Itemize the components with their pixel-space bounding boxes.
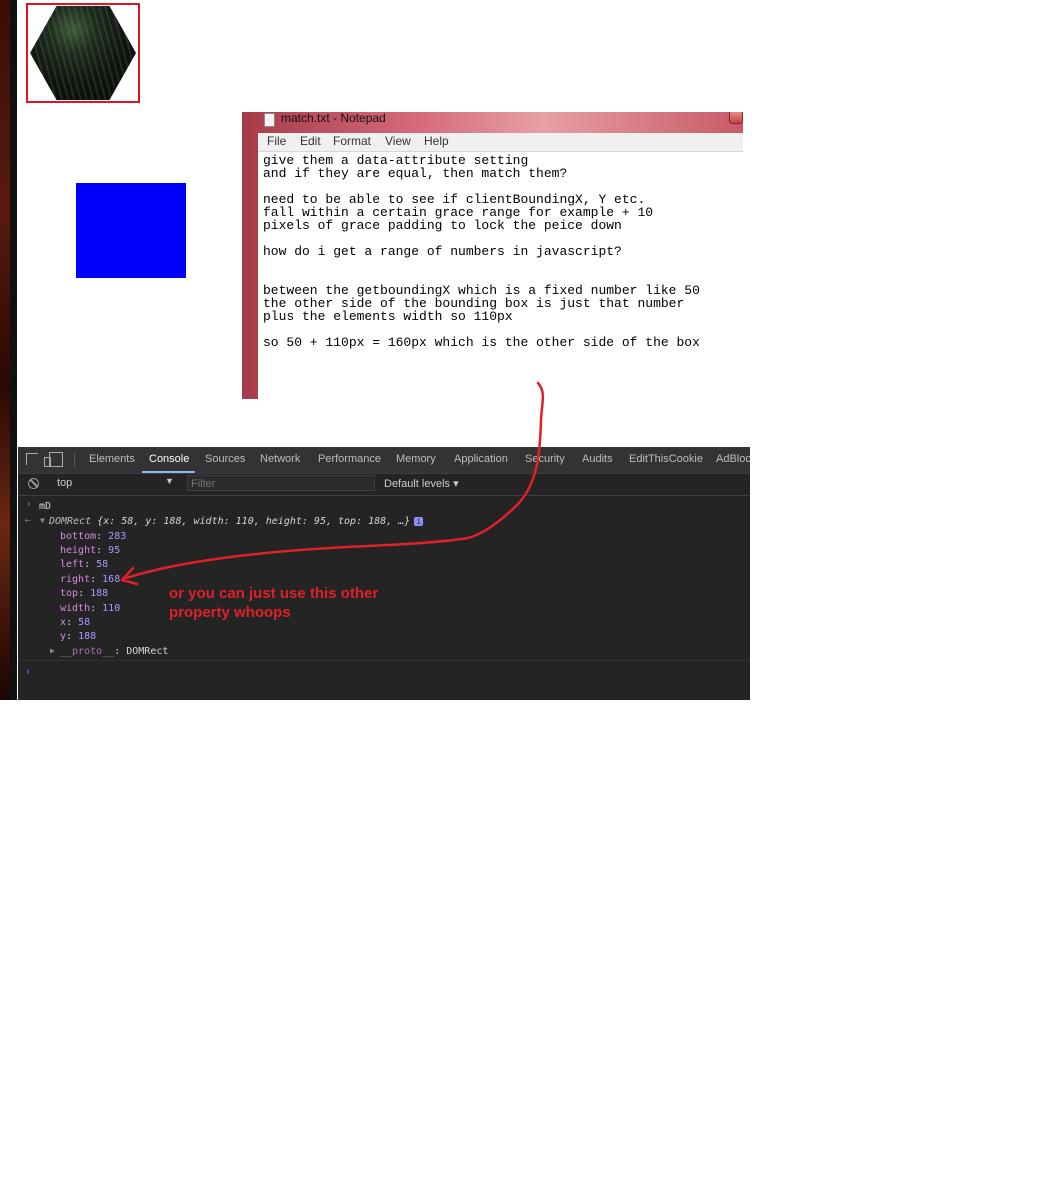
prop-right: right: 168 (60, 574, 121, 585)
text-line: and if they are equal, then match them? (263, 166, 568, 181)
console-input-line: mD (39, 501, 52, 512)
prop-y: y: 188 (60, 631, 97, 642)
tab-elements[interactable]: Elements (89, 453, 135, 465)
console-prompt[interactable]: › (26, 666, 30, 678)
collapse-triangle-icon[interactable]: ▼ (40, 516, 45, 525)
tab-memory[interactable]: Memory (396, 453, 436, 465)
devtools-panel: Elements Console Sources Network Perform… (18, 447, 750, 700)
prop-width: width: 110 (60, 603, 121, 614)
desktop-background-strip (0, 0, 17, 700)
context-selector[interactable]: top (57, 477, 72, 489)
console-filter-input[interactable]: Filter (187, 475, 375, 491)
tab-application[interactable]: Application (454, 453, 508, 465)
window-close-button[interactable] (729, 112, 743, 124)
text-line: pixels of grace padding to lock the peic… (263, 218, 622, 233)
toolbar-divider (74, 452, 75, 468)
notepad-menubar: File Edit Format View Help (258, 133, 743, 152)
active-tab-indicator (142, 471, 195, 473)
tab-network[interactable]: Network (260, 453, 300, 465)
input-chevron-icon: › (26, 499, 33, 510)
info-icon[interactable]: i (414, 516, 424, 526)
hexagon-image-frame[interactable] (26, 3, 140, 103)
log-levels-dropdown[interactable]: Default levels ▾ (384, 477, 459, 490)
tab-performance[interactable]: Performance (318, 453, 381, 465)
expand-triangle-icon[interactable]: ▶ (50, 646, 55, 655)
clear-console-icon[interactable] (28, 478, 39, 489)
console-divider (18, 660, 750, 661)
menu-format[interactable]: Format (333, 134, 371, 148)
notepad-window: match.txt - Notepad File Edit Format Vie… (242, 112, 743, 399)
text-line: how do i get a range of numbers in javas… (263, 244, 622, 259)
tab-audits[interactable]: Audits (582, 453, 613, 465)
notepad-titlebar: match.txt - Notepad (242, 112, 743, 129)
annotation-note: or you can just use this other property … (169, 585, 379, 621)
tab-sources[interactable]: Sources (205, 453, 245, 465)
console-toolbar: top ▼ Filter Default levels ▾ (18, 474, 750, 496)
log-levels-label: Default levels (384, 478, 451, 490)
hexagon-image (30, 6, 136, 100)
notepad-document-icon (264, 113, 275, 127)
prop-bottom: bottom: 283 (60, 531, 127, 542)
tab-security[interactable]: Security (525, 453, 565, 465)
blue-box (76, 183, 186, 278)
dropdown-arrow-icon[interactable]: ▼ (165, 476, 174, 486)
menu-file[interactable]: File (267, 134, 286, 148)
tab-editthiscookie[interactable]: EditThisCookie (629, 453, 703, 465)
prop-height: height: 95 (60, 545, 121, 556)
result-arrow-icon: ⇠ (25, 515, 32, 526)
device-toolbar-icon[interactable] (44, 452, 63, 467)
inspect-element-icon[interactable] (26, 453, 38, 465)
notepad-text-area[interactable]: give them a data-attribute setting and i… (258, 152, 743, 399)
text-line: plus the elements width so 110px (263, 309, 513, 324)
menu-edit[interactable]: Edit (300, 134, 321, 148)
menu-help[interactable]: Help (424, 134, 449, 148)
menu-view[interactable]: View (385, 134, 411, 148)
devtools-tabbar: Elements Console Sources Network Perform… (18, 447, 750, 474)
domrect-summary[interactable]: DOMRect {x: 58, y: 188, width: 110, heig… (49, 516, 424, 527)
text-line: so 50 + 110px = 160px which is the other… (263, 335, 700, 350)
tab-adblock[interactable]: AdBlock (716, 453, 750, 465)
tab-console[interactable]: Console (149, 453, 189, 465)
prop-top: top: 188 (60, 588, 109, 599)
prop-proto[interactable]: __proto__: DOMRect (60, 646, 168, 657)
prop-x: x: 58 (60, 617, 91, 628)
domrect-summary-text: {x: 58, y: 188, width: 110, height: 95, … (97, 516, 411, 527)
text-line (263, 258, 743, 271)
notepad-title: match.txt - Notepad (281, 112, 386, 125)
prop-left: left: 58 (60, 559, 109, 570)
